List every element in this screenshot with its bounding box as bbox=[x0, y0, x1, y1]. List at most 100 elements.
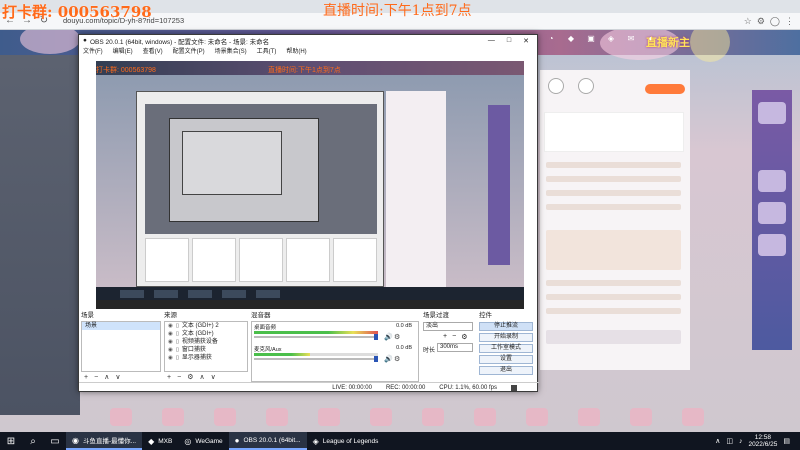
header-icon[interactable]: ◆ bbox=[565, 34, 577, 43]
visibility-icon[interactable]: ◉ bbox=[168, 330, 173, 338]
gift-icon[interactable] bbox=[370, 408, 392, 426]
exit-button[interactable]: 退出 bbox=[479, 366, 533, 375]
task-view-icon[interactable]: ▭ bbox=[44, 436, 66, 447]
menu-view[interactable]: 查看(V) bbox=[143, 46, 163, 55]
taskbar-app-browser[interactable]: ◉ 斗鱼直播-最懂你... bbox=[66, 432, 143, 450]
menu-file[interactable]: 文件(F) bbox=[83, 46, 103, 55]
gift-icon[interactable] bbox=[526, 408, 548, 426]
gift-icon[interactable] bbox=[266, 408, 288, 426]
visibility-icon[interactable]: ◉ bbox=[168, 346, 173, 354]
gift-icon[interactable] bbox=[630, 408, 652, 426]
bookmark-icon[interactable]: ☆ bbox=[744, 16, 752, 27]
add-scene-button[interactable]: + bbox=[84, 374, 88, 381]
remove-transition-button[interactable]: − bbox=[452, 333, 456, 341]
lock-icon[interactable]: ▯ bbox=[176, 354, 179, 362]
taskbar-app-mxb[interactable]: ◆ MXB bbox=[142, 432, 178, 450]
menu-tools[interactable]: 工具(T) bbox=[257, 46, 277, 55]
nav-icon[interactable] bbox=[578, 78, 594, 94]
header-icon[interactable]: ◐ bbox=[645, 34, 657, 43]
obs-preview[interactable]: 打卡群: 000563798 直播时间:下午1点到7点 bbox=[96, 61, 524, 309]
gift-icon[interactable] bbox=[162, 408, 184, 426]
visibility-icon[interactable]: ◉ bbox=[168, 354, 173, 362]
lock-icon[interactable]: ▯ bbox=[176, 346, 179, 354]
gear-icon[interactable]: ⚙ bbox=[394, 333, 400, 341]
lock-icon[interactable]: ▯ bbox=[176, 322, 179, 330]
move-scene-up-button[interactable]: ∧ bbox=[104, 373, 109, 381]
remove-scene-button[interactable]: − bbox=[94, 374, 98, 381]
system-clock[interactable]: 12:58 2022/6/25 bbox=[748, 434, 777, 448]
menu-edit[interactable]: 编辑(E) bbox=[113, 46, 133, 55]
ad-item[interactable] bbox=[758, 102, 786, 124]
visibility-icon[interactable]: ◉ bbox=[168, 322, 173, 330]
profile-icon[interactable]: ◯ bbox=[770, 16, 780, 27]
volume-slider-handle[interactable] bbox=[374, 334, 378, 340]
move-scene-down-button[interactable]: ∨ bbox=[115, 373, 120, 381]
gift-icon[interactable] bbox=[318, 408, 340, 426]
menu-icon[interactable]: ⋮ bbox=[785, 16, 794, 27]
lock-icon[interactable]: ▯ bbox=[176, 338, 179, 346]
maximize-icon[interactable]: □ bbox=[507, 37, 511, 45]
taskbar-app-wegame[interactable]: ◎ WeGame bbox=[178, 432, 228, 450]
gift-icon[interactable] bbox=[682, 408, 704, 426]
source-item[interactable]: ◉ ▯ 视频捕获设备 bbox=[165, 338, 247, 346]
gift-icon[interactable] bbox=[474, 408, 496, 426]
source-item[interactable]: ◉ ▯ 显示器捕获 bbox=[165, 354, 247, 362]
volume-slider[interactable] bbox=[254, 336, 378, 338]
ad-item[interactable] bbox=[758, 202, 786, 224]
transition-properties-button[interactable]: ⚙ bbox=[461, 333, 467, 341]
mixer-channel: 桌面音频 0.0 dB 🔊 ⚙ bbox=[252, 322, 418, 344]
settings-button[interactable]: 设置 bbox=[479, 355, 533, 364]
extension-icon[interactable]: ⚙ bbox=[757, 16, 765, 27]
minimize-icon[interactable]: — bbox=[488, 37, 495, 45]
header-icon[interactable]: ◈ bbox=[605, 34, 617, 43]
header-icon[interactable]: ✉ bbox=[625, 34, 637, 43]
gift-icon[interactable] bbox=[578, 408, 600, 426]
pc-client-button[interactable] bbox=[645, 84, 685, 94]
taskbar-app-lol[interactable]: ◈ League of Legends bbox=[307, 432, 385, 450]
add-transition-button[interactable]: + bbox=[443, 333, 447, 341]
close-icon[interactable]: ✕ bbox=[523, 37, 529, 45]
scene-item[interactable]: 场景 bbox=[82, 322, 160, 330]
gift-icon[interactable] bbox=[214, 408, 236, 426]
network-icon[interactable]: ◫ bbox=[726, 437, 733, 445]
speaker-icon[interactable]: 🔊 bbox=[384, 355, 393, 363]
visibility-icon[interactable]: ◉ bbox=[168, 338, 173, 346]
menu-help[interactable]: 帮助(H) bbox=[286, 46, 306, 55]
start-recording-button[interactable]: 开始录制 bbox=[479, 333, 533, 342]
duration-field[interactable]: 300ms bbox=[437, 343, 473, 352]
notification-icon[interactable]: ▤ bbox=[783, 437, 790, 445]
menu-scene-collection[interactable]: 场景集合(S) bbox=[215, 46, 247, 55]
header-icon[interactable]: ▣ bbox=[585, 34, 597, 43]
transitions-body: 淡出 + − ⚙ 时长 300ms bbox=[423, 321, 475, 371]
volume-slider[interactable] bbox=[254, 358, 378, 360]
volume-slider-handle[interactable] bbox=[374, 356, 378, 362]
search-icon[interactable]: ⌕ bbox=[22, 436, 44, 447]
lock-icon[interactable]: ▯ bbox=[176, 330, 179, 338]
add-source-button[interactable]: + bbox=[167, 374, 171, 381]
nav-icon[interactable] bbox=[548, 78, 564, 94]
move-source-up-button[interactable]: ∧ bbox=[199, 373, 204, 381]
ad-item[interactable] bbox=[758, 170, 786, 192]
speaker-icon[interactable]: 🔊 bbox=[384, 333, 393, 341]
tray-chevron-icon[interactable]: ∧ bbox=[715, 437, 720, 445]
transition-select[interactable]: 淡出 bbox=[423, 322, 473, 331]
start-icon[interactable]: ⊞ bbox=[0, 436, 22, 447]
header-icon[interactable]: ◔ bbox=[545, 34, 557, 43]
move-source-down-button[interactable]: ∨ bbox=[211, 373, 216, 381]
gift-icon[interactable] bbox=[110, 408, 132, 426]
remove-source-button[interactable]: − bbox=[177, 374, 181, 381]
taskbar-app-obs[interactable]: ● OBS 20.0.1 (64bit... bbox=[228, 432, 307, 450]
obs-title-bar[interactable]: ● OBS 20.0.1 (64bit, windows) - 配置文件: 未命… bbox=[79, 35, 537, 46]
volume-icon[interactable]: ♪ bbox=[739, 438, 743, 445]
stop-streaming-button[interactable]: 停止推流 bbox=[479, 322, 533, 331]
obs-docks: 场景 场景 + − ∧ ∨ 来源 ◉ ▯ 文本 (GDI+) 2 ◉ ▯ 文本 (GDI… bbox=[79, 312, 539, 382]
source-properties-button[interactable]: ⚙ bbox=[187, 373, 193, 381]
studio-mode-button[interactable]: 工作室模式 bbox=[479, 344, 533, 353]
menu-profile[interactable]: 配置文件(P) bbox=[173, 46, 205, 55]
ad-item[interactable] bbox=[758, 234, 786, 256]
source-item[interactable]: ◉ ▯ 文本 (GDI+) bbox=[165, 330, 247, 338]
source-item[interactable]: ◉ ▯ 文本 (GDI+) 2 bbox=[165, 322, 247, 330]
gift-icon[interactable] bbox=[422, 408, 444, 426]
gear-icon[interactable]: ⚙ bbox=[394, 355, 400, 363]
source-item[interactable]: ◉ ▯ 窗口捕获 bbox=[165, 346, 247, 354]
